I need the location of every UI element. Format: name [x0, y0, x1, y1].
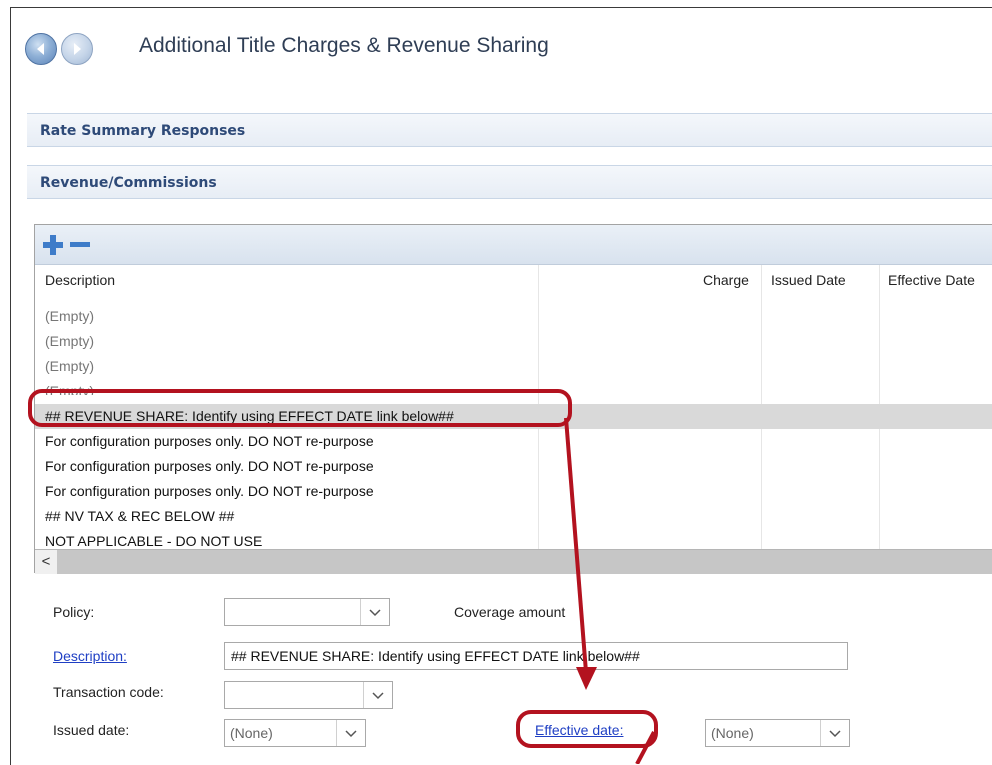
grid-toolbar — [35, 225, 992, 265]
table-row[interactable]: For configuration purposes only. DO NOT … — [35, 479, 992, 504]
remove-row-button[interactable] — [69, 234, 91, 261]
chevron-down-icon[interactable] — [336, 720, 365, 746]
table-row[interactable]: For configuration purposes only. DO NOT … — [35, 454, 992, 479]
issued-date-value: (None) — [230, 725, 273, 741]
table-row[interactable]: For configuration purposes only. DO NOT … — [35, 429, 992, 454]
back-button[interactable] — [25, 33, 57, 65]
policy-select[interactable] — [224, 598, 390, 626]
table-row[interactable]: (Empty) — [35, 379, 992, 395]
column-header-charge[interactable]: Charge — [703, 272, 749, 288]
horizontal-scrollbar[interactable]: < — [35, 549, 992, 574]
description-field[interactable]: ## REVENUE SHARE: Identify using EFFECT … — [224, 642, 848, 670]
forward-button[interactable] — [61, 33, 93, 65]
section-revenue-commissions[interactable]: Revenue/Commissions — [27, 165, 992, 199]
table-row[interactable]: NOT APPLICABLE - DO NOT USE — [35, 529, 992, 549]
arrow-left-icon — [37, 43, 44, 55]
table-row-selected[interactable]: ## REVENUE SHARE: Identify using EFFECT … — [35, 404, 992, 429]
chevron-down-icon[interactable] — [360, 599, 389, 625]
policy-label: Policy: — [53, 604, 95, 620]
coverage-amount-label: Coverage amount — [454, 604, 566, 620]
transaction-code-select[interactable] — [224, 681, 393, 709]
arrow-right-icon — [74, 43, 81, 55]
add-row-button[interactable] — [42, 234, 64, 261]
app-window: Additional Title Charges & Revenue Shari… — [10, 7, 992, 765]
table-row[interactable]: (Empty) — [35, 354, 992, 379]
effective-date-link[interactable]: Effective date: — [535, 722, 623, 738]
charges-grid: Description Charge Issued Date Effective… — [34, 224, 992, 574]
minus-icon — [70, 242, 90, 247]
scroll-left-button[interactable]: < — [35, 550, 57, 574]
chevron-down-icon[interactable] — [363, 682, 392, 708]
column-header-description[interactable]: Description — [45, 272, 115, 288]
column-header-effective-date[interactable]: Effective Date — [888, 272, 975, 288]
description-link[interactable]: Description: — [53, 648, 127, 664]
effective-date-value: (None) — [711, 725, 754, 741]
page-title: Additional Title Charges & Revenue Shari… — [139, 34, 549, 57]
chevron-down-icon[interactable] — [820, 720, 849, 746]
plus-icon — [43, 235, 63, 255]
effective-date-select[interactable]: (None) — [705, 719, 850, 747]
transaction-code-label: Transaction code: — [53, 684, 164, 700]
issued-date-select[interactable]: (None) — [224, 719, 366, 747]
table-row[interactable]: (Empty) — [35, 329, 992, 354]
issued-date-label: Issued date: — [53, 722, 130, 738]
section-rate-summary[interactable]: Rate Summary Responses — [27, 113, 992, 147]
column-header-issued-date[interactable]: Issued Date — [771, 272, 846, 288]
table-row[interactable]: (Empty) — [35, 304, 992, 329]
table-row[interactable]: ## NV TAX & REC BELOW ## — [35, 504, 992, 529]
